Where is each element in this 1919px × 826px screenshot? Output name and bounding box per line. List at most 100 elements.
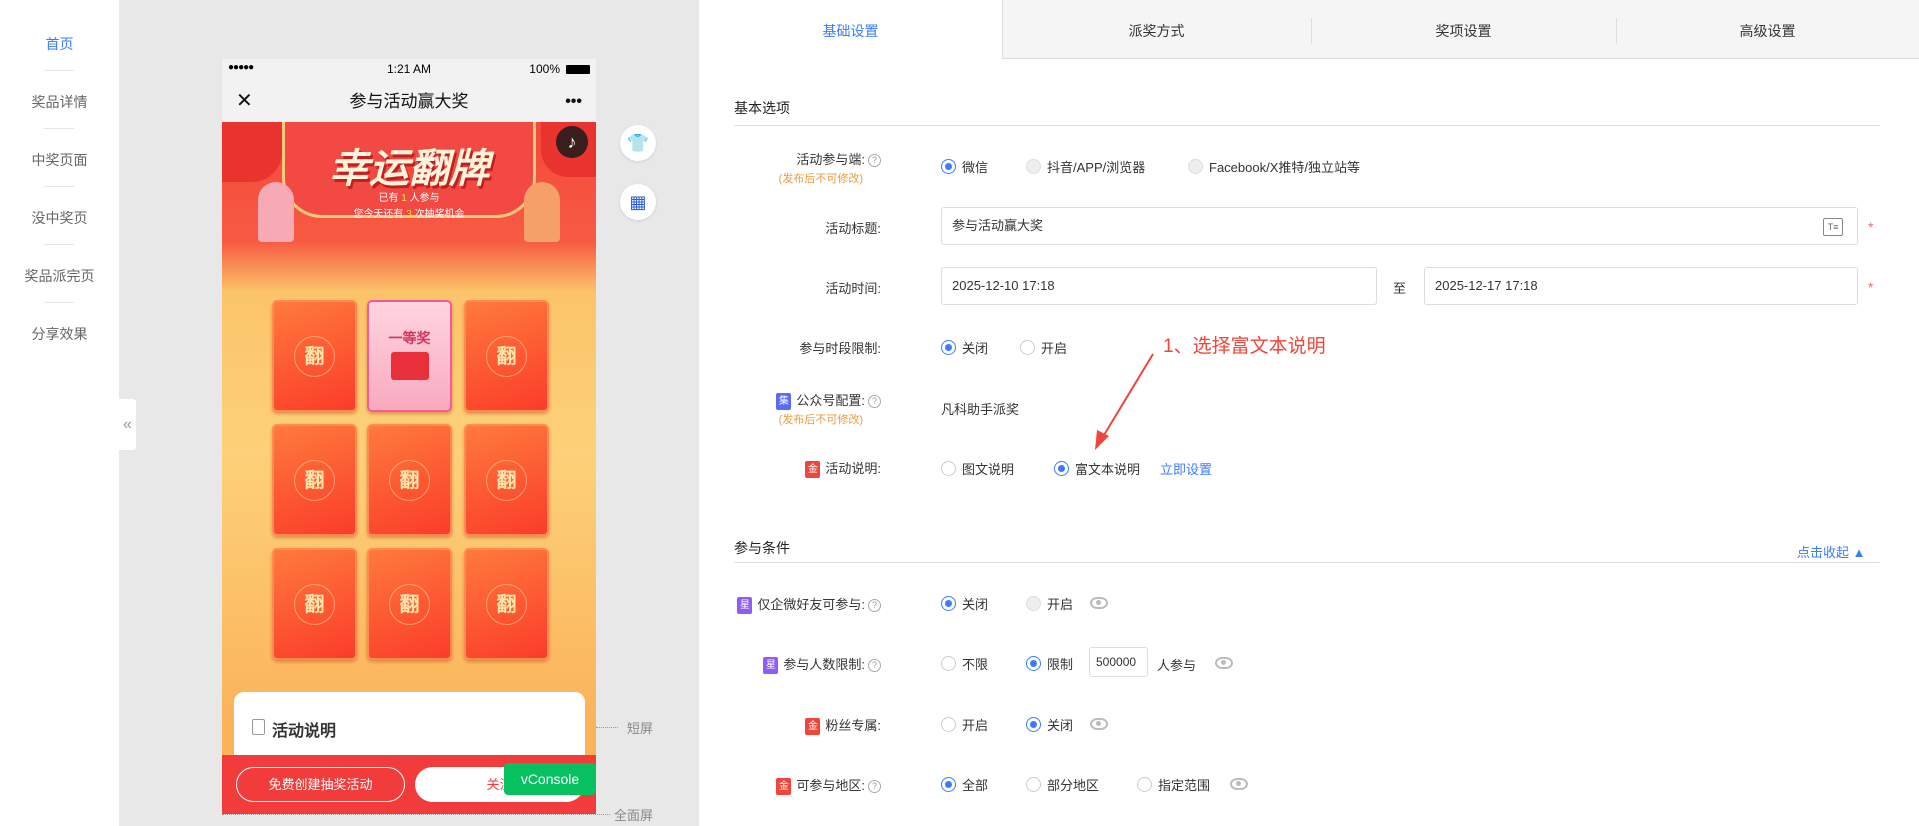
radio-wecom-off[interactable]: 关闭 xyxy=(941,594,988,613)
sidebar-item-prize-out-page[interactable]: 奖品派完页 xyxy=(0,266,119,286)
divider xyxy=(734,562,1880,563)
radio-icon[interactable] xyxy=(941,717,956,732)
short-screen-line xyxy=(596,727,618,728)
flip-card[interactable]: 翻 xyxy=(464,548,549,660)
sidebar-item-prize-detail[interactable]: 奖品详情 xyxy=(0,92,119,112)
radio-fans-off[interactable]: 关闭 xyxy=(1026,715,1073,734)
activity-title-input[interactable]: 参与活动赢大奖 T≡ xyxy=(941,207,1858,245)
radio-wechat[interactable]: 微信 xyxy=(941,157,988,176)
radio-wecom-on[interactable]: 开启 xyxy=(1026,594,1073,613)
radio-region-all[interactable]: 全部 xyxy=(941,775,988,794)
card-label: 翻 xyxy=(486,584,527,625)
radio-icon[interactable] xyxy=(1137,777,1152,792)
create-activity-button[interactable]: 免费创建抽奖活动 xyxy=(236,767,405,802)
sidebar-item-lose-page[interactable]: 没中奖页 xyxy=(0,208,119,228)
radio-douyin-app[interactable]: 抖音/APP/浏览器 xyxy=(1026,157,1145,176)
radio-icon[interactable] xyxy=(941,777,956,792)
radio-icon[interactable] xyxy=(1188,159,1203,174)
help-icon[interactable]: ? xyxy=(868,780,881,794)
music-icon[interactable]: ♪ xyxy=(556,126,588,158)
gift-icon xyxy=(391,352,429,380)
flip-card[interactable]: 翻 xyxy=(464,300,549,412)
start-time-input[interactable]: 2025-12-10 17:18 xyxy=(941,267,1377,305)
close-icon[interactable]: ✕ xyxy=(236,81,253,122)
radio-icon[interactable] xyxy=(1026,656,1041,671)
prize-label: 一等奖 xyxy=(388,330,431,346)
card-label: 翻 xyxy=(486,336,527,377)
tab-prize-settings[interactable]: 奖项设置 xyxy=(1311,0,1616,59)
radio-fans-on[interactable]: 开启 xyxy=(941,715,988,734)
radio-period-off[interactable]: 关闭 xyxy=(941,338,988,357)
theme-shirt-icon[interactable]: 👕 xyxy=(620,125,656,161)
radio-period-on[interactable]: 开启 xyxy=(1020,338,1067,357)
flip-card-prize[interactable]: 一等奖 xyxy=(367,300,452,412)
radio-icon[interactable] xyxy=(941,340,956,355)
flip-card[interactable]: 翻 xyxy=(272,424,357,536)
collapse-link[interactable]: 点击收起 ▲ xyxy=(1797,542,1865,561)
help-icon[interactable]: ? xyxy=(868,395,881,409)
star-badge: 星 xyxy=(737,597,753,615)
radio-icon[interactable] xyxy=(1026,777,1041,792)
collapse-sidebar-button[interactable]: « xyxy=(119,399,136,450)
end-time-input[interactable]: 2025-12-17 17:18 xyxy=(1424,267,1858,305)
tab-prize-delivery[interactable]: 派奖方式 xyxy=(1002,0,1311,59)
radio-icon[interactable] xyxy=(941,159,956,174)
help-icon[interactable]: ? xyxy=(868,154,881,168)
required-mark: * xyxy=(1868,279,1874,295)
radio-image-text[interactable]: 图文说明 xyxy=(941,459,1014,478)
annotation-arrow-icon xyxy=(1095,353,1154,450)
radio-rich-text[interactable]: 富文本说明 xyxy=(1054,459,1140,478)
setup-now-link[interactable]: 立即设置 xyxy=(1160,459,1212,478)
radio-unlimited[interactable]: 不限 xyxy=(941,654,988,673)
radio-icon[interactable] xyxy=(941,461,956,476)
radio-region-partial[interactable]: 部分地区 xyxy=(1026,775,1099,794)
description-label: 金活动说明: xyxy=(805,458,881,479)
preview-eye-icon[interactable] xyxy=(1090,718,1108,730)
text-format-icon[interactable]: T≡ xyxy=(1823,218,1843,236)
preview-eye-icon[interactable] xyxy=(1230,778,1248,790)
radio-region-custom[interactable]: 指定范围 xyxy=(1137,775,1210,794)
radio-icon[interactable] xyxy=(941,656,956,671)
illustration-woman xyxy=(258,182,294,242)
flip-card[interactable]: 翻 xyxy=(272,300,357,412)
preview-eye-icon[interactable] xyxy=(1215,657,1233,669)
participant-limit-input[interactable]: 500000 xyxy=(1089,647,1148,677)
card-label: 翻 xyxy=(389,584,430,625)
radio-icon[interactable] xyxy=(1054,461,1069,476)
preview-eye-icon[interactable] xyxy=(1090,597,1108,609)
sidebar-item-win-page[interactable]: 中奖页面 xyxy=(0,150,119,170)
flip-card[interactable]: 翻 xyxy=(367,424,452,536)
card-label: 翻 xyxy=(294,336,335,377)
radio-icon[interactable] xyxy=(941,596,956,611)
illustration-man xyxy=(524,182,560,242)
grid-layout-icon[interactable]: ▦ xyxy=(620,184,656,220)
sidebar-item-home[interactable]: 首页 xyxy=(0,34,119,54)
divider xyxy=(734,125,1880,126)
radio-facebook[interactable]: Facebook/X推特/独立站等 xyxy=(1188,157,1360,176)
tab-basic-settings[interactable]: 基础设置 xyxy=(699,0,1002,59)
phone-title: 参与活动赢大奖 xyxy=(349,92,469,111)
help-icon[interactable]: ? xyxy=(868,599,881,613)
radio-icon[interactable] xyxy=(1026,159,1041,174)
section-title-conditions: 参与条件 xyxy=(734,540,790,556)
collect-badge: 集 xyxy=(776,393,792,411)
platform-note: (发布后不可修改) xyxy=(778,173,863,185)
vconsole-button[interactable]: vConsole xyxy=(504,763,596,795)
radio-limited[interactable]: 限制 xyxy=(1026,654,1073,673)
more-icon[interactable]: ••• xyxy=(565,81,582,122)
sidebar-item-share[interactable]: 分享效果 xyxy=(0,324,119,344)
radio-icon[interactable] xyxy=(1026,596,1041,611)
radio-icon[interactable] xyxy=(1020,340,1035,355)
help-icon[interactable]: ? xyxy=(868,659,881,673)
flip-card[interactable]: 翻 xyxy=(272,548,357,660)
battery-icon xyxy=(566,65,590,74)
gold-badge: 金 xyxy=(805,718,821,736)
tab-advanced-settings[interactable]: 高级设置 xyxy=(1616,0,1919,59)
radio-icon[interactable] xyxy=(1026,717,1041,732)
flip-card[interactable]: 翻 xyxy=(464,424,549,536)
document-icon xyxy=(252,719,265,735)
fans-label: 金粉丝专属: xyxy=(805,715,881,736)
flip-card[interactable]: 翻 xyxy=(367,548,452,660)
region-label: 金可参与地区:? xyxy=(776,775,881,796)
card-label: 翻 xyxy=(486,460,527,501)
